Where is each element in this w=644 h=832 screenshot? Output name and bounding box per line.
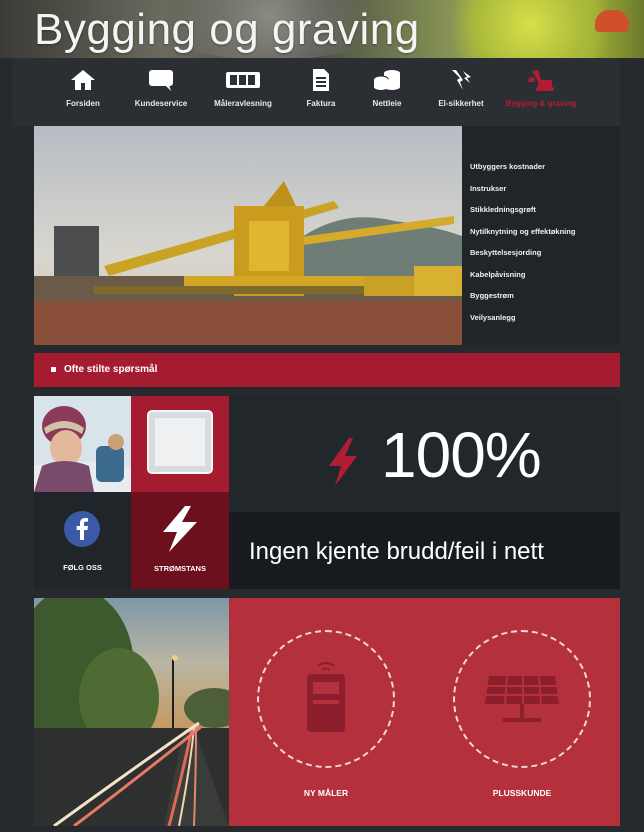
facebook-icon bbox=[63, 510, 101, 553]
hero-helmet-shape bbox=[595, 10, 629, 32]
new-meter-button[interactable] bbox=[257, 630, 395, 768]
bullet-icon bbox=[51, 367, 56, 372]
smart-meter-icon bbox=[303, 658, 349, 743]
new-meter-label: NY MÅLER bbox=[303, 788, 349, 798]
nav-item-label: Måleravlesning bbox=[214, 99, 272, 108]
light-switch-icon bbox=[149, 412, 211, 472]
grid-status-panel: 100% bbox=[229, 396, 620, 512]
side-menu: Utbyggers kostnader Instrukser Stikkledn… bbox=[470, 156, 620, 328]
home-icon bbox=[46, 64, 120, 96]
nav-item-nettleie[interactable]: Nettleie bbox=[350, 64, 424, 122]
side-menu-item[interactable]: Kabelpåvisning bbox=[470, 264, 620, 286]
excavator-icon bbox=[504, 64, 578, 96]
child-photo bbox=[34, 396, 131, 492]
nav-item-label: Kundeservice bbox=[134, 99, 188, 108]
status-message: Ingen kjente brudd/feil i nett bbox=[249, 538, 544, 565]
side-menu-item[interactable]: Veilysanlegg bbox=[470, 307, 620, 329]
follow-us-tile[interactable]: FØLG OSS bbox=[34, 492, 131, 589]
page-title: Bygging og graving bbox=[34, 5, 420, 54]
services-panel: NY MÅLER PLUSSKUNDE bbox=[229, 598, 620, 826]
highway-photo bbox=[34, 598, 229, 826]
nav-item-label: Bygging & graving bbox=[505, 99, 577, 108]
follow-us-label: FØLG OSS bbox=[63, 563, 102, 572]
hero-banner: Bygging og graving bbox=[0, 0, 644, 58]
nav-item-label: El-sikkerhet bbox=[438, 99, 484, 108]
faq-label: Ofte stilte spørsmål bbox=[64, 364, 158, 375]
nav-item-label: Faktura bbox=[306, 99, 336, 108]
plus-customer-label: PLUSSKUNDE bbox=[492, 788, 552, 798]
side-menu-item[interactable]: Nytilknytning og effektøkning bbox=[470, 221, 620, 243]
main-nav: Forsiden Kundeservice Måleravlesning Fak… bbox=[12, 58, 620, 126]
meter-icon bbox=[206, 64, 280, 96]
coins-icon bbox=[350, 64, 424, 96]
side-menu-item[interactable]: Instrukser bbox=[470, 178, 620, 200]
side-menu-item[interactable]: Beskyttelsesjording bbox=[470, 242, 620, 264]
power-outage-label: STRØMSTANS bbox=[154, 564, 206, 573]
side-menu-item[interactable]: Utbyggers kostnader bbox=[470, 156, 620, 178]
nav-item-maleravlesning[interactable]: Måleravlesning bbox=[206, 64, 280, 122]
nav-item-kundeservice[interactable]: Kundeservice bbox=[124, 64, 198, 122]
content-panel: Utbyggers kostnader Instrukser Stikkledn… bbox=[34, 126, 620, 345]
electric-safety-icon bbox=[424, 64, 498, 96]
power-outage-tile[interactable]: STRØMSTANS bbox=[131, 492, 229, 589]
faq-link[interactable]: Ofte stilte spørsmål bbox=[34, 353, 620, 387]
lightning-icon bbox=[155, 504, 203, 559]
nav-item-faktura[interactable]: Faktura bbox=[284, 64, 358, 122]
nav-item-bygging-graving[interactable]: Bygging & graving bbox=[504, 64, 578, 122]
light-switch-tile bbox=[131, 396, 229, 492]
lightning-icon bbox=[325, 436, 361, 493]
nav-item-forsiden[interactable]: Forsiden bbox=[46, 64, 120, 122]
chat-icon bbox=[124, 64, 198, 96]
nav-item-label: Nettleie bbox=[372, 99, 402, 108]
solar-panel-icon bbox=[483, 674, 561, 731]
nav-item-label: Forsiden bbox=[66, 99, 100, 108]
plus-customer-button[interactable] bbox=[453, 630, 591, 768]
crane-photo bbox=[34, 126, 462, 345]
side-menu-item[interactable]: Stikkledningsgrøft bbox=[470, 199, 620, 221]
side-menu-item[interactable]: Byggestrøm bbox=[470, 285, 620, 307]
nav-item-el-sikkerhet[interactable]: El-sikkerhet bbox=[424, 64, 498, 122]
status-percent: 100% bbox=[381, 419, 542, 491]
grid-status-message-panel: Ingen kjente brudd/feil i nett bbox=[229, 512, 620, 589]
invoice-icon bbox=[284, 64, 358, 96]
